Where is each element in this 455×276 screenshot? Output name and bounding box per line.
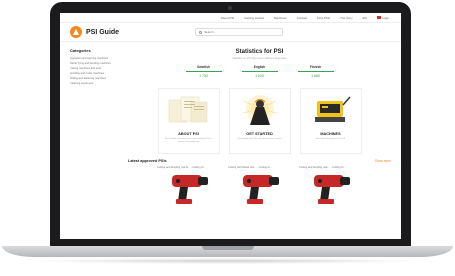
psi-logo-icon[interactable] [70,26,82,38]
user-icon [376,15,381,19]
psi-item[interactable]: Cutting with Rebar tool... - Cutting th.… [228,166,291,205]
topnav-machines[interactable]: Machines [274,16,287,20]
card-description: Get a better overview of the work and ho… [164,138,213,143]
laptop-shadow [30,258,425,264]
topnav-story[interactable]: The story [340,16,353,20]
worker-image [236,92,284,128]
stat-language: Swedish [197,65,210,69]
card-description: Get started with PSI and find out how it… [237,138,282,140]
card-about-psi[interactable]: ABOUT PSI Get a better overview of the w… [157,88,220,154]
sidebar-item-cleaning[interactable]: Cleaning equipment [70,81,122,86]
psi-item[interactable]: Cutting and bending mac... - Cutting th.… [299,166,362,205]
compactor-machine-image [307,92,355,128]
stat-finnish: Finnish 1 680 [297,65,334,78]
latest-psi-list: Cutting and bending machi... - Cutting t… [128,166,391,205]
laptop-screen: About PSI Getting started Machines Conta… [60,13,401,239]
topnav-find-psis[interactable]: Find PSIs [317,16,330,20]
top-navigation: About PSI Getting started Machines Conta… [60,13,401,23]
topnav-about[interactable]: About PSI [221,16,235,20]
laptop-base [2,246,453,257]
stat-bar [241,71,278,72]
latest-title: Latest approved PSIs [128,159,167,163]
stats-title: Statistics for PSI [235,49,284,55]
stat-count: 1 680 [311,74,320,78]
main-content: Statistics for PSI Statistics on PSI app… [122,42,401,205]
card-description: See which machines have PSI [315,138,346,140]
stat-bar [185,71,222,72]
laptop-lid: About PSI Getting started Machines Conta… [50,2,411,247]
stat-swedish: Swedish 1 753 [185,65,222,78]
card-machines[interactable]: MACHINES See which machines have PSI [299,88,362,154]
stats-subtitle: Statistics on PSI approved in different … [232,57,287,60]
rebar-tool-image [299,169,362,205]
stat-bar [297,71,334,72]
stats-panel: Swedish 1 753 English 1 525 Finnish 1 68… [128,65,391,78]
topnav-getting-started[interactable]: Getting started [244,16,264,20]
category-sidebar: Categories Operation and warning machine… [60,42,122,205]
laptop-notch [202,246,254,250]
search-box[interactable] [195,28,284,36]
rebar-tool-image [228,169,291,205]
psi-item[interactable]: Cutting and bending machi... - Cutting t… [157,166,220,205]
language-selector[interactable]: EN [363,16,367,20]
stat-english: English 1 525 [241,65,278,78]
latest-header: Latest approved PSIs Show more [128,159,391,163]
stat-language: Finnish [309,65,322,69]
stat-count: 1 525 [255,74,264,78]
search-icon[interactable] [199,30,203,34]
login-link[interactable]: Login [376,15,389,20]
site-header: PSI Guide [60,23,401,42]
webcam [228,6,232,10]
documents-image [165,92,213,128]
stat-count: 1 753 [199,74,208,78]
rebar-tool-image [157,169,220,205]
sidebar-title: Categories [70,48,91,53]
search-input[interactable] [204,29,275,35]
show-more-link[interactable]: Show more [375,159,391,163]
site-logo-text[interactable]: PSI Guide [86,29,119,36]
feature-cards: ABOUT PSI Get a better overview of the w… [128,88,391,154]
card-get-started[interactable]: GET STARTED Get started with PSI and fin… [228,88,291,154]
stat-language: English [253,65,266,69]
topnav-contact[interactable]: Contact [297,16,307,20]
